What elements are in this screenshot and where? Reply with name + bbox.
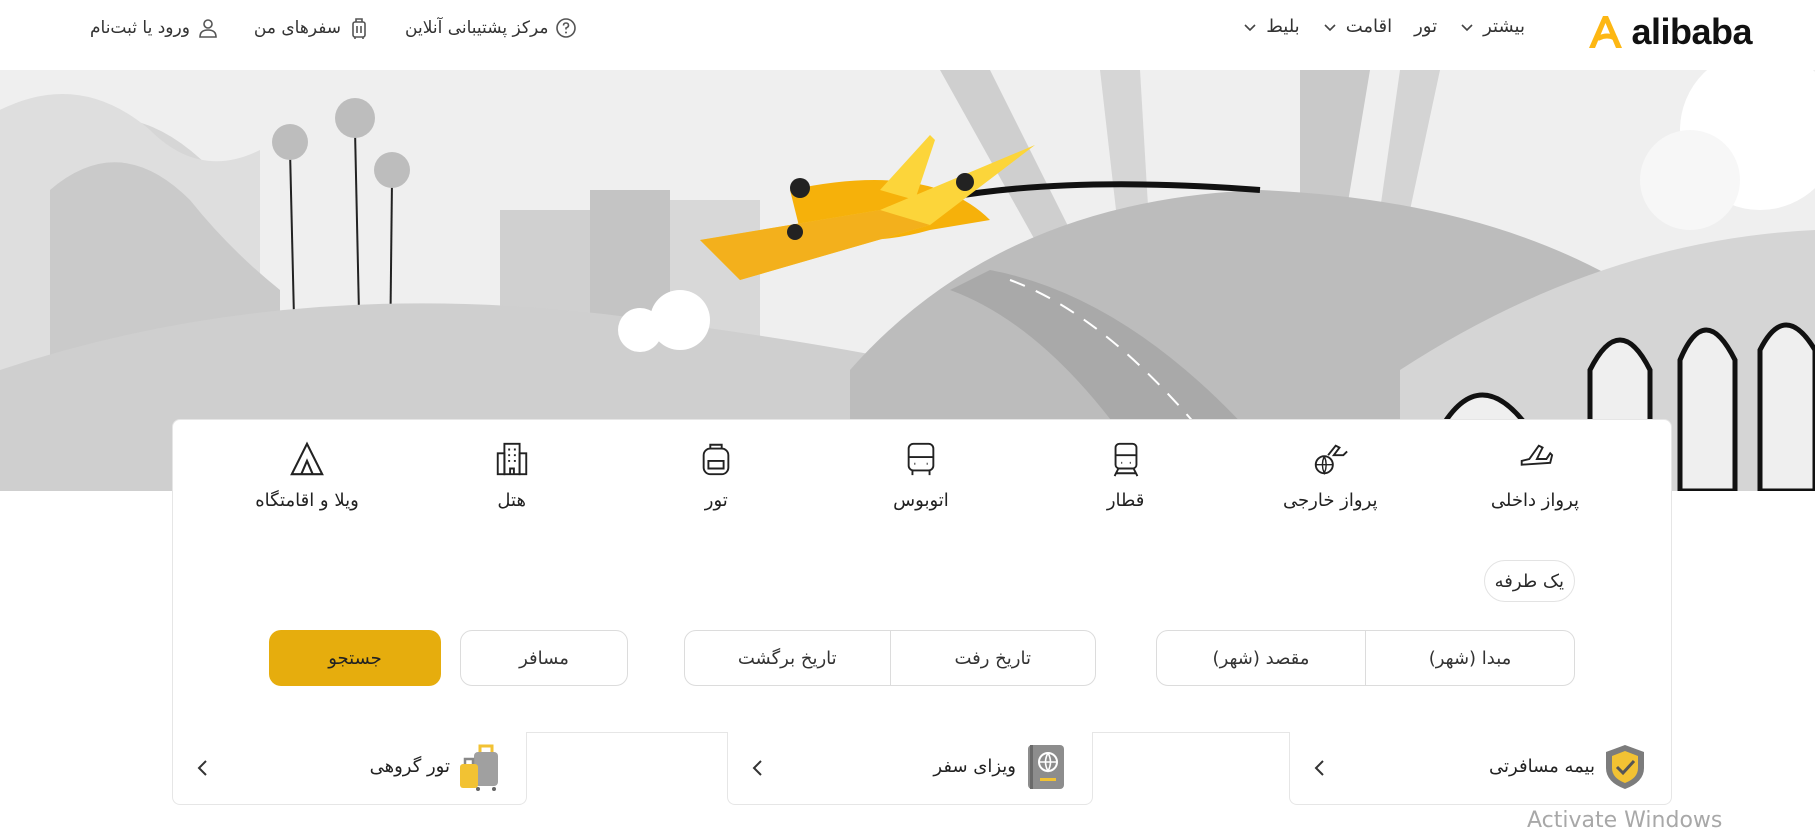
product-tabs: پرواز داخلی پرواز خارجی قطار اتوبوس تور … — [173, 440, 1671, 540]
bus-icon — [907, 442, 935, 476]
backpack-icon — [703, 443, 730, 476]
nav-item-ticket[interactable]: بلیط — [1242, 16, 1300, 37]
tab-label: پرواز داخلی — [1490, 490, 1580, 511]
passenger-field-group: مسافر — [460, 630, 628, 686]
date-field-group: تاریخ رفت تاریخ برگشت — [684, 630, 1096, 686]
tab-tour[interactable]: تور — [656, 440, 776, 540]
chevron-down-icon — [1244, 23, 1256, 31]
support-center-link[interactable]: مرکز پشتیبانی آنلاین — [405, 16, 578, 40]
my-trips-link[interactable]: سفرهای من — [254, 16, 371, 40]
passengers-field[interactable]: مسافر — [461, 631, 627, 685]
tab-label: ویلا و اقامتگاه — [255, 490, 359, 511]
trip-type-dropdown[interactable]: یک طرفه — [1483, 560, 1575, 602]
nav-item-label: اقامت — [1345, 16, 1393, 37]
tab-bus[interactable]: اتوبوس — [861, 440, 981, 540]
city-field-group: مبدا (شهر) مقصد (شهر) — [1156, 630, 1575, 686]
tab-label: اتوبوس — [893, 490, 949, 511]
logo-wordmark: alibaba — [1631, 11, 1752, 52]
chevron-left-icon — [752, 760, 762, 776]
chevron-down-icon — [1461, 23, 1473, 31]
user-icon — [199, 19, 217, 38]
chevron-left-icon — [197, 760, 207, 776]
login-button[interactable]: ورود یا ثبت‌نام — [90, 16, 220, 40]
return-date-field[interactable]: تاریخ برگشت — [685, 631, 891, 685]
promo-label: ویزای سفر — [933, 756, 1016, 777]
user-navigation: ورود یا ثبت‌نام سفرهای من مرکز پشتیبانی … — [90, 16, 578, 40]
chevron-down-icon — [1324, 23, 1336, 31]
chevron-left-icon — [1314, 760, 1324, 776]
travel-insurance-card[interactable]: بیمه مسافرتی — [1289, 732, 1672, 805]
tab-international-flight[interactable]: پرواز خارجی — [1270, 440, 1390, 540]
my-trips-label: سفرهای من — [253, 18, 342, 38]
luggage-icon — [460, 744, 498, 791]
suitcase-icon — [352, 18, 366, 39]
tab-label: قطار — [1106, 490, 1145, 511]
nav-item-label: بلیط — [1266, 16, 1300, 37]
help-circle-icon — [556, 18, 577, 38]
alibaba-logo-mark-icon — [1589, 16, 1623, 48]
nav-item-more[interactable]: بیشتر — [1459, 16, 1525, 37]
travel-visa-card[interactable]: ویزای سفر — [727, 732, 1093, 805]
nav-item-tour[interactable]: تور — [1414, 16, 1437, 37]
login-label: ورود یا ثبت‌نام — [90, 18, 190, 38]
nav-item-label: بیشتر — [1483, 16, 1525, 37]
tab-train[interactable]: قطار — [1066, 440, 1186, 540]
train-icon — [1113, 442, 1138, 477]
hotel-icon — [496, 442, 527, 476]
os-activation-watermark: Activate Windows — [1527, 808, 1723, 833]
destination-city-field[interactable]: مقصد (شهر) — [1157, 631, 1366, 685]
support-label: مرکز پشتیبانی آنلاین — [405, 18, 549, 38]
tab-domestic-flight[interactable]: پرواز داخلی — [1475, 440, 1595, 540]
main-navigation: بلیط اقامت تور بیشتر — [1242, 16, 1525, 37]
tab-label: هتل — [497, 490, 526, 511]
nav-item-accommodation[interactable]: اقامت — [1322, 16, 1392, 37]
promo-label: بیمه مسافرتی — [1489, 756, 1595, 777]
tab-label: پرواز خارجی — [1283, 490, 1378, 511]
tab-label: تور — [704, 490, 728, 511]
tab-hotel[interactable]: هتل — [452, 440, 572, 540]
search-button[interactable]: جستجو — [269, 630, 441, 686]
search-card: پرواز داخلی پرواز خارجی قطار اتوبوس تور … — [172, 419, 1672, 733]
tab-villa[interactable]: ویلا و اقامتگاه — [247, 440, 367, 540]
alibaba-logo[interactable]: alibaba — [1585, 10, 1752, 54]
promo-label: تور گروهی — [369, 756, 450, 777]
international-flight-icon — [1315, 444, 1349, 476]
site-header: alibaba بلیط اقامت تور بیشتر ورود یا ثبت… — [0, 0, 1815, 70]
shield-check-icon — [1606, 745, 1644, 789]
villa-icon — [290, 441, 324, 476]
passport-icon — [1028, 745, 1064, 789]
departure-date-field[interactable]: تاریخ رفت — [891, 631, 1096, 685]
airplane-icon — [1520, 444, 1554, 466]
group-tour-card[interactable]: تور گروهی — [172, 732, 527, 805]
nav-item-label: تور — [1414, 16, 1438, 37]
origin-city-field[interactable]: مبدا (شهر) — [1366, 631, 1574, 685]
